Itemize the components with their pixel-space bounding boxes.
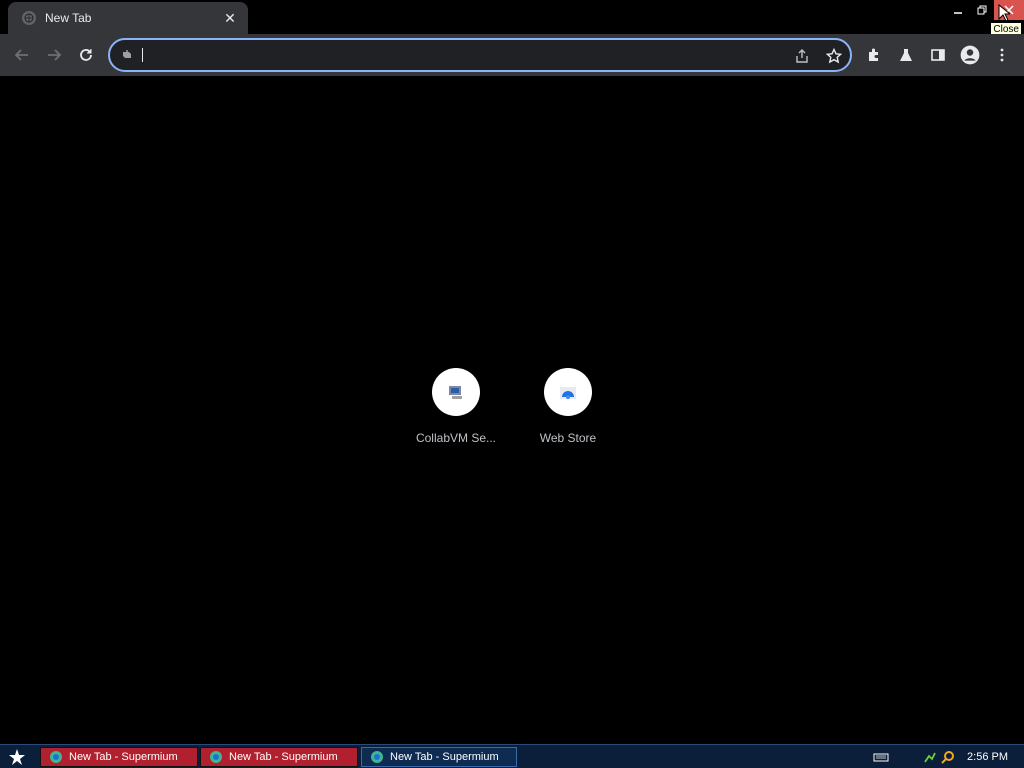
shortcut-web-store[interactable]: Web Store <box>512 368 624 445</box>
extensions-button[interactable] <box>860 41 888 69</box>
supermium-icon <box>50 751 62 763</box>
address-input[interactable] <box>144 46 744 64</box>
reload-button[interactable] <box>72 41 100 69</box>
taskbar-item[interactable]: New Tab - Supermium <box>361 747 517 767</box>
shortcut-collabvm[interactable]: CollabVM Se... <box>400 368 512 445</box>
taskbar-item-label: New Tab - Supermium <box>229 751 338 763</box>
bookmark-star-icon[interactable] <box>826 48 842 64</box>
taskbar-item[interactable]: New Tab - Supermium <box>40 747 198 767</box>
globe-icon <box>22 11 36 25</box>
site-info-icon <box>123 50 131 58</box>
keyboard-icon[interactable] <box>873 751 889 763</box>
minimize-button[interactable] <box>946 0 970 20</box>
text-caret <box>142 48 143 62</box>
browser-window: New Tab ✕ Close CollabVM Se... Web Store… <box>0 0 1024 768</box>
taskbar-item[interactable]: New Tab - Supermium <box>200 747 358 767</box>
side-panel-icon <box>931 49 945 61</box>
supermium-icon <box>371 751 383 763</box>
puzzle-icon <box>869 48 878 61</box>
profile-button[interactable] <box>956 41 984 69</box>
collabvm-icon <box>432 368 480 416</box>
tab-strip: New Tab ✕ <box>0 0 1024 34</box>
back-button[interactable] <box>8 41 36 69</box>
tab-close-icon[interactable]: ✕ <box>222 10 238 26</box>
restore-button[interactable] <box>970 0 994 20</box>
star-start-icon <box>9 749 25 765</box>
shortcut-label: Web Store <box>539 431 597 445</box>
kebab-menu-icon <box>1000 48 1004 62</box>
web-store-icon <box>544 368 592 416</box>
start-button[interactable] <box>4 747 30 767</box>
reload-icon <box>80 49 92 61</box>
back-arrow-icon <box>14 49 28 61</box>
menu-button[interactable] <box>988 41 1016 69</box>
forward-button[interactable] <box>40 41 68 69</box>
tab-title: New Tab <box>45 11 92 25</box>
share-icon[interactable] <box>794 48 810 64</box>
search-icon[interactable] <box>941 750 955 764</box>
taskbar-item-label: New Tab - Supermium <box>69 751 178 763</box>
avatar-icon <box>960 45 980 65</box>
side-panel-button[interactable] <box>924 41 952 69</box>
toolbar <box>0 34 1024 76</box>
forward-arrow-icon <box>48 49 62 61</box>
address-bar[interactable] <box>108 38 852 72</box>
taskbar-item-label: New Tab - Supermium <box>390 751 499 763</box>
clock: 2:56 PM <box>967 751 1008 763</box>
tab-new-tab[interactable]: New Tab ✕ <box>8 2 248 34</box>
labs-button[interactable] <box>892 41 920 69</box>
supermium-icon <box>210 751 222 763</box>
taskbar: New Tab - Supermium New Tab - Supermium … <box>0 744 1024 768</box>
network-icon[interactable] <box>923 750 937 764</box>
mouse-cursor-icon <box>998 4 1010 22</box>
window-controls <box>946 0 1024 20</box>
shortcut-label: CollabVM Se... <box>415 431 497 445</box>
system-tray: 2:56 PM <box>873 745 1024 768</box>
flask-icon <box>900 49 912 61</box>
